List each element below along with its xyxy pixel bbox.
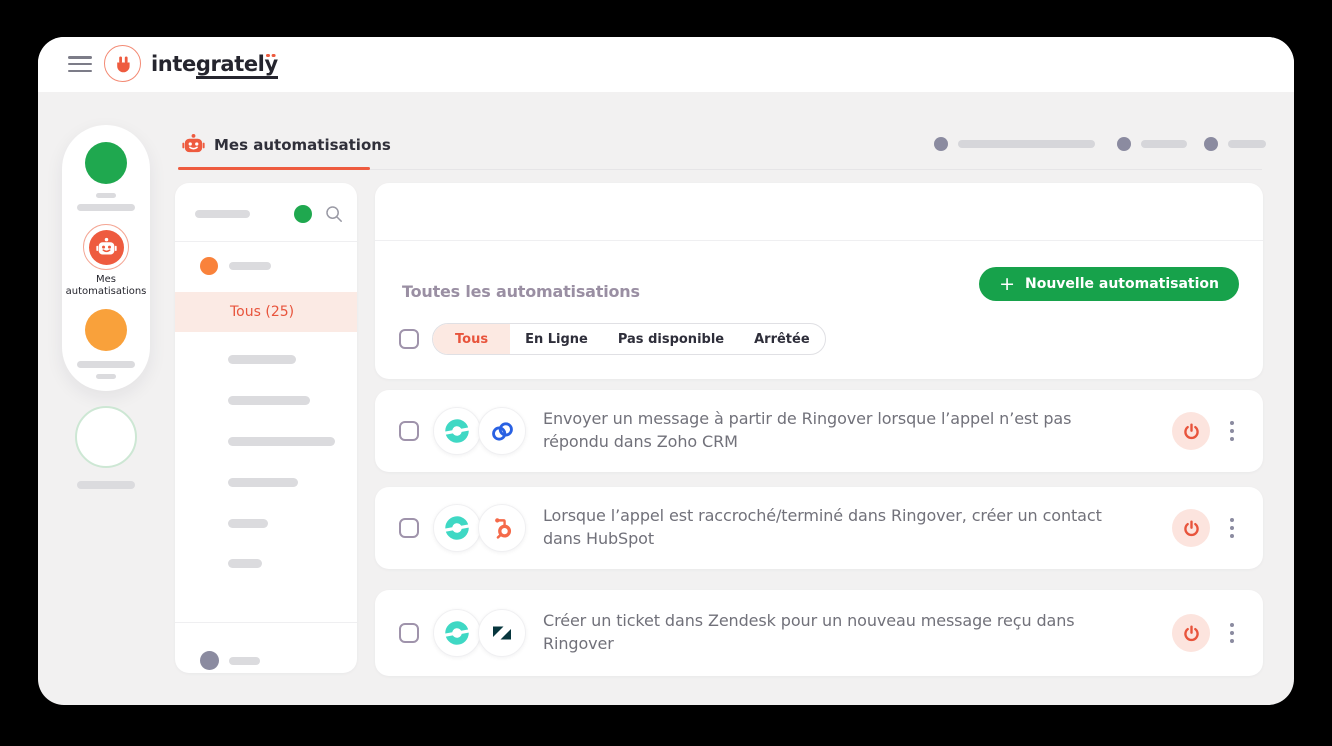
placeholder-dot <box>200 651 219 670</box>
placeholder-dot <box>1204 137 1218 151</box>
placeholder-bar <box>229 657 260 665</box>
filter-en-ligne[interactable]: En Ligne <box>510 324 603 354</box>
folders-sidebar: Tous (25) <box>175 183 357 673</box>
header-placeholder-group <box>934 137 1095 151</box>
placeholder-dot <box>934 137 948 151</box>
app-icons <box>433 609 526 657</box>
power-toggle-button[interactable] <box>1172 412 1210 450</box>
nav-item-label: Mes automatisations <box>62 274 150 298</box>
row-actions <box>1172 614 1263 652</box>
nav-item-my-automations[interactable] <box>83 224 129 270</box>
top-bar: integrately <box>38 37 1294 92</box>
zoho-crm-icon <box>478 407 526 455</box>
automation-row[interactable]: Envoyer un message à partir de Ringover … <box>375 390 1263 472</box>
placeholder-bar <box>96 374 116 379</box>
placeholder-bar <box>77 361 135 368</box>
ringover-icon <box>433 407 481 455</box>
placeholder-bar <box>1141 140 1187 148</box>
row-menu-button[interactable] <box>1223 511 1241 545</box>
status-dot <box>294 205 312 223</box>
app-window: integrately Mes automatisations <box>38 37 1294 705</box>
placeholder-dot <box>1117 137 1131 151</box>
folder-item-all[interactable]: Tous (25) <box>175 292 357 332</box>
header-placeholder-group <box>1117 137 1187 151</box>
folder-item[interactable] <box>175 242 357 292</box>
app-icons <box>433 504 526 552</box>
robot-icon <box>89 230 124 265</box>
folder-color-dot <box>200 257 218 275</box>
sidebar-footer <box>175 622 357 673</box>
automation-title: Créer un ticket dans Zendesk pour un nou… <box>543 610 1118 655</box>
row-menu-button[interactable] <box>1223 414 1241 448</box>
nav-item-orange-circle[interactable] <box>85 309 127 351</box>
row-actions <box>1172 509 1263 547</box>
brand-wordmark: integrately <box>151 52 278 76</box>
automation-title: Lorsque l’appel est raccroché/terminé da… <box>543 505 1118 550</box>
placeholder-bar <box>228 559 262 568</box>
row-checkbox[interactable] <box>399 421 419 441</box>
ringover-icon <box>433 504 481 552</box>
placeholder-bar <box>228 437 335 446</box>
zendesk-icon <box>478 609 526 657</box>
automations-header-card: Toutes les automatisations + Nouvelle au… <box>375 183 1263 379</box>
placeholder-bar <box>229 262 271 270</box>
tab-my-automations[interactable]: Mes automatisations <box>182 133 391 156</box>
power-toggle-button[interactable] <box>1172 509 1210 547</box>
hubspot-icon <box>478 504 526 552</box>
nav-item-green-circle[interactable] <box>85 142 127 184</box>
plus-icon: + <box>999 275 1015 294</box>
folder-search-row <box>175 183 357 242</box>
placeholder-bar <box>228 355 296 364</box>
left-nav-rail: Mes automatisations <box>62 125 150 391</box>
placeholder-bar <box>228 478 298 487</box>
avatar[interactable] <box>75 406 137 468</box>
placeholder-bar <box>96 193 116 198</box>
placeholder-bar <box>228 519 268 528</box>
placeholder-bar <box>77 204 135 211</box>
placeholder-bar <box>228 396 310 405</box>
folder-list-placeholders <box>175 332 357 622</box>
automation-row[interactable]: Lorsque l’appel est raccroché/terminé da… <box>375 487 1263 569</box>
placeholder-bar <box>1228 140 1266 148</box>
row-checkbox[interactable] <box>399 623 419 643</box>
hamburger-menu-icon[interactable] <box>68 56 92 73</box>
page-title: Mes automatisations <box>214 136 391 154</box>
integrately-logo[interactable]: integrately <box>104 45 278 82</box>
row-menu-button[interactable] <box>1223 616 1241 650</box>
row-checkbox[interactable] <box>399 518 419 538</box>
automation-title: Envoyer un message à partir de Ringover … <box>543 408 1118 453</box>
select-all-checkbox[interactable] <box>399 329 419 349</box>
automation-row[interactable]: Créer un ticket dans Zendesk pour un nou… <box>375 590 1263 676</box>
placeholder-bar <box>77 481 135 489</box>
filter-pas-disponible[interactable]: Pas disponible <box>603 324 739 354</box>
row-actions <box>1172 412 1263 450</box>
status-filter-group: Tous En Ligne Pas disponible Arrêtée <box>432 323 826 355</box>
robot-icon <box>182 133 205 156</box>
search-icon[interactable] <box>325 205 343 223</box>
new-automation-button[interactable]: + Nouvelle automatisation <box>979 267 1239 301</box>
ringover-icon <box>433 609 481 657</box>
power-toggle-button[interactable] <box>1172 614 1210 652</box>
header-placeholder-group <box>1204 137 1266 151</box>
plug-icon <box>104 45 141 82</box>
filter-tous[interactable]: Tous <box>433 324 510 354</box>
placeholder-bar <box>195 210 250 218</box>
filter-arretee[interactable]: Arrêtée <box>739 324 825 354</box>
active-tab-indicator <box>178 167 370 170</box>
breadcrumb-strip <box>375 183 1263 241</box>
section-title: Toutes les automatisations <box>402 282 640 301</box>
app-icons <box>433 407 526 455</box>
placeholder-bar <box>958 140 1095 148</box>
